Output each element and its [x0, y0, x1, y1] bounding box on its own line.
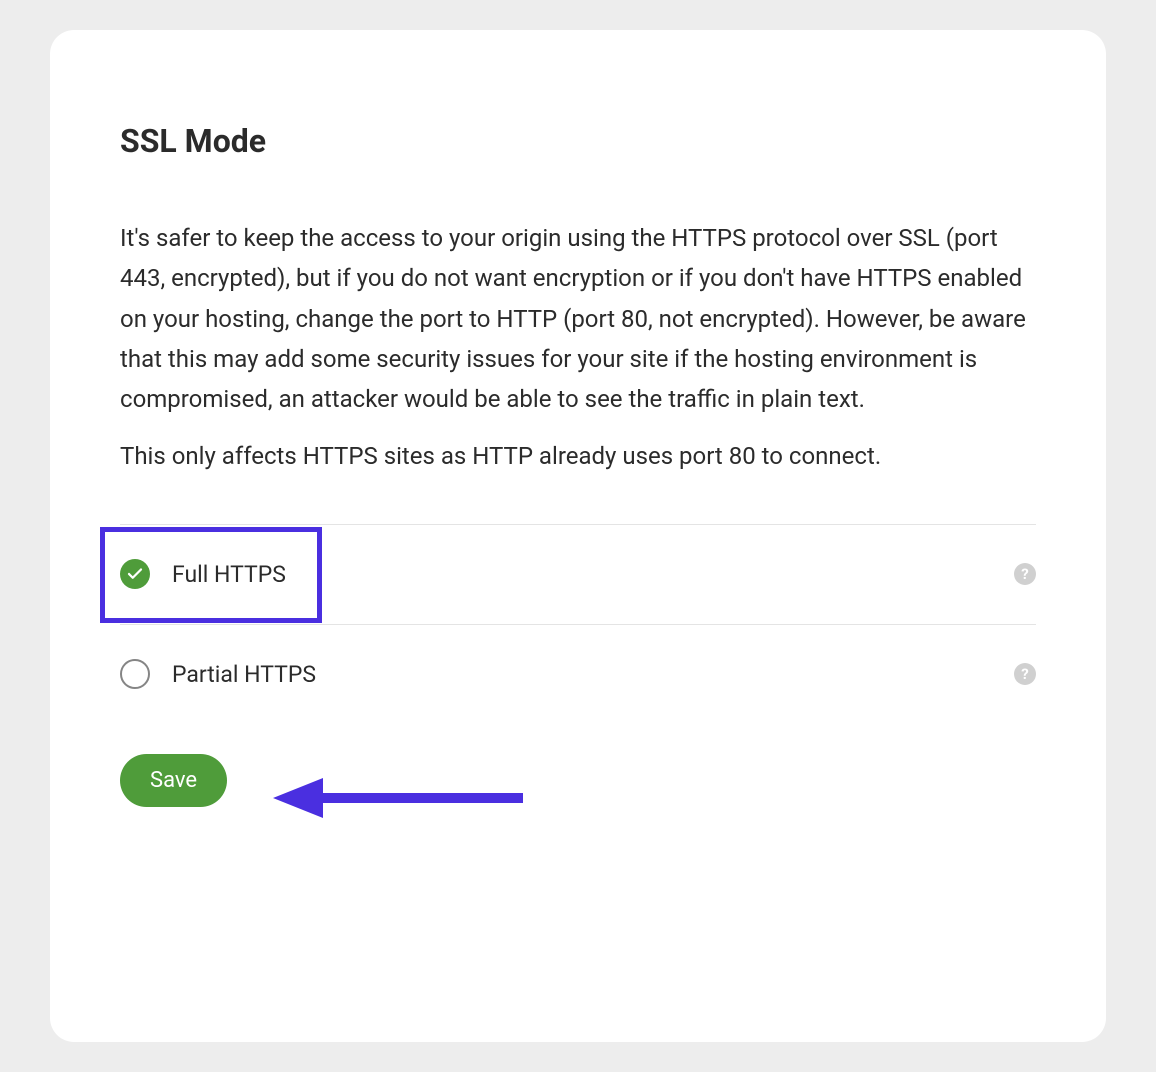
help-icon[interactable]: ? [1014, 563, 1036, 585]
radio-full-https[interactable]: Full HTTPS [120, 559, 286, 589]
description-paragraph-1: It's safer to keep the access to your or… [120, 218, 1036, 420]
option-label-full: Full HTTPS [172, 561, 286, 588]
radio-unchecked-icon [120, 659, 150, 689]
radio-checked-icon [120, 559, 150, 589]
option-label-partial: Partial HTTPS [172, 661, 316, 688]
save-button[interactable]: Save [120, 754, 227, 807]
option-row-full-https: Full HTTPS ? [120, 524, 1036, 624]
ssl-mode-options: Full HTTPS ? Partial HTTPS ? [120, 524, 1036, 724]
help-icon[interactable]: ? [1014, 663, 1036, 685]
radio-partial-https[interactable]: Partial HTTPS [120, 659, 316, 689]
option-row-partial-https: Partial HTTPS ? [120, 624, 1036, 724]
section-title: SSL Mode [120, 122, 1036, 160]
ssl-mode-card: SSL Mode It's safer to keep the access t… [50, 30, 1106, 1042]
description-paragraph-2: This only affects HTTPS sites as HTTP al… [120, 436, 1036, 476]
arrow-annotation-icon [273, 768, 528, 828]
